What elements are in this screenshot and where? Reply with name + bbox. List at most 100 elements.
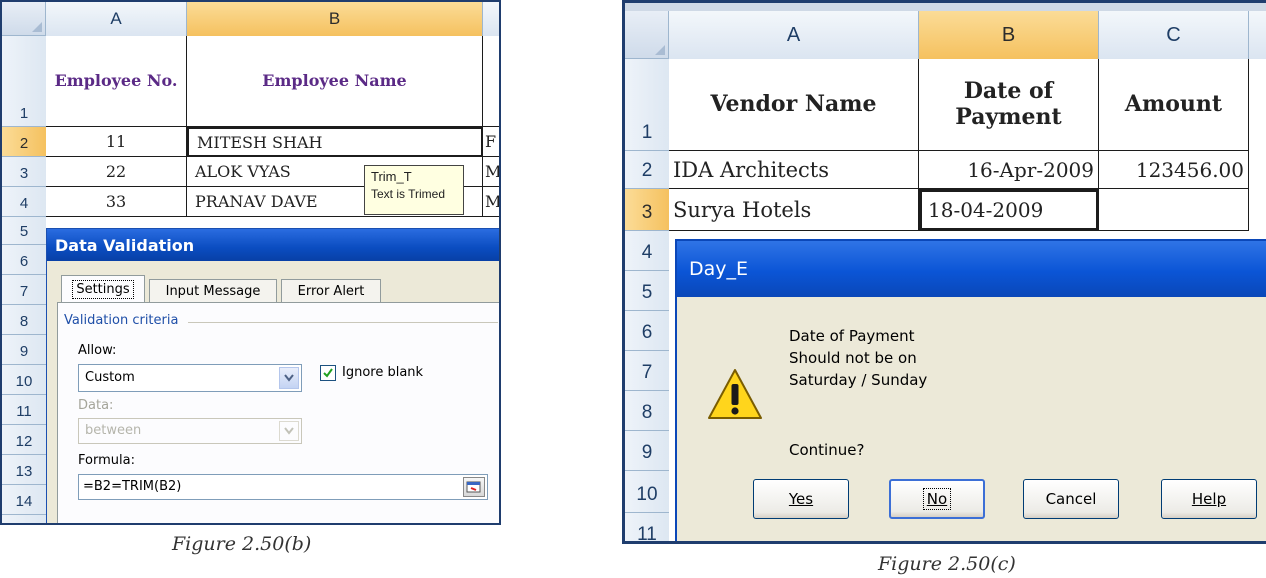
figure-b-spreadsheet: A B 1 2 3 4 5 6 7 8 9 10 11 12 13 14 15 … xyxy=(0,0,501,525)
row-header-7[interactable]: 7 xyxy=(625,351,669,391)
table-row-1-amount[interactable]: 123456.00 xyxy=(1099,151,1249,189)
dialog-title-bar[interactable]: Data Validation xyxy=(47,229,499,261)
row-header-5[interactable]: 5 xyxy=(625,271,669,311)
row-header-11[interactable]: 11 xyxy=(625,513,669,541)
row-header-3[interactable]: 3 xyxy=(2,157,46,187)
cancel-button[interactable]: Cancel xyxy=(1023,479,1119,519)
table-row-2-amount[interactable] xyxy=(1099,189,1249,231)
row-header-8[interactable]: 8 xyxy=(625,391,669,431)
sheet-top-edge xyxy=(625,3,1266,11)
dialog-title: Day_E xyxy=(689,258,749,280)
formula-input[interactable]: =B2=TRIM(B2) xyxy=(78,474,488,500)
validation-criteria-label: Validation criteria xyxy=(64,313,179,328)
dropdown-arrow-icon xyxy=(279,421,299,441)
data-select-disabled: between xyxy=(78,418,302,444)
no-button[interactable]: No xyxy=(889,479,985,519)
column-header-strip: A B C xyxy=(625,11,1266,59)
ignore-blank-label: Ignore blank xyxy=(342,365,424,380)
tooltip-title: Trim_T xyxy=(371,169,412,184)
header-cell-col-c[interactable] xyxy=(483,36,499,127)
formula-input-value: =B2=TRIM(B2) xyxy=(83,479,182,494)
tooltip-message: Text is Trimed xyxy=(371,187,446,201)
row-header-10[interactable]: 10 xyxy=(2,365,46,395)
column-header-d[interactable] xyxy=(1249,11,1266,59)
error-alert-dialog: Day_E Date of Payment Should not be on S… xyxy=(675,239,1266,541)
select-all-corner[interactable] xyxy=(625,11,669,59)
row-header-2[interactable]: 2 xyxy=(625,151,669,189)
yes-button-label: Yes xyxy=(788,490,814,508)
continue-question: Continue? xyxy=(789,441,865,459)
tab-settings[interactable]: Settings xyxy=(61,275,145,303)
row-header-11[interactable]: 11 xyxy=(2,395,46,425)
column-header-b[interactable]: B xyxy=(187,2,483,36)
help-button-label: Help xyxy=(1191,490,1227,508)
no-button-label: No xyxy=(922,488,952,510)
data-label: Data: xyxy=(78,398,114,413)
table-row-1-name-active[interactable]: MITESH SHAH xyxy=(187,127,483,157)
checkbox-checked-icon[interactable] xyxy=(320,365,336,381)
row-header-10[interactable]: 10 xyxy=(625,471,669,513)
column-header-c[interactable] xyxy=(483,2,499,36)
dialog-title-bar[interactable]: Day_E xyxy=(677,241,1266,297)
table-row-2-date-active[interactable]: 18-04-2009 xyxy=(919,189,1099,231)
row-header-9[interactable]: 9 xyxy=(625,431,669,471)
row-header-14[interactable]: 14 xyxy=(2,485,46,515)
tab-error-alert[interactable]: Error Alert xyxy=(281,279,381,303)
row-header-7[interactable]: 7 xyxy=(2,275,46,305)
row-header-6[interactable]: 6 xyxy=(625,311,669,351)
dropdown-arrow-icon[interactable] xyxy=(279,367,299,389)
row-header-1[interactable]: 1 xyxy=(2,36,46,127)
table-row-1-date[interactable]: 16-Apr-2009 xyxy=(919,151,1099,189)
row-header-2[interactable]: 2 xyxy=(2,127,46,157)
column-header-b[interactable]: B xyxy=(919,11,1099,59)
error-message-line-1: Date of Payment xyxy=(789,327,915,345)
row-header-4[interactable]: 4 xyxy=(2,187,46,217)
figure-b-caption: Figure 2.50(b) xyxy=(172,533,312,555)
yes-button[interactable]: Yes xyxy=(753,479,849,519)
row-header-1[interactable]: 1 xyxy=(625,59,669,151)
table-row-3-c[interactable]: M xyxy=(483,187,499,217)
table-row-2-no[interactable]: 22 xyxy=(46,157,187,187)
row-header-9[interactable]: 9 xyxy=(2,335,46,365)
row-header-15[interactable]: 15 xyxy=(2,515,46,523)
column-header-a[interactable]: A xyxy=(46,2,187,36)
table-row-1-vendor[interactable]: IDA Architects xyxy=(669,151,919,189)
row-header-12[interactable]: 12 xyxy=(2,425,46,455)
help-button[interactable]: Help xyxy=(1161,479,1257,519)
row-header-13[interactable]: 13 xyxy=(2,455,46,485)
row-header-3[interactable]: 3 xyxy=(625,189,669,231)
warning-icon xyxy=(707,367,763,423)
header-cell-employee-name[interactable]: Employee Name xyxy=(187,36,483,127)
error-message-line-3: Saturday / Sunday xyxy=(789,371,928,389)
settings-panel: Validation criteria Allow: Custom Ignore… xyxy=(57,302,499,523)
figure-c-caption: Figure 2.50(c) xyxy=(878,553,1016,575)
row-header-5[interactable]: 5 xyxy=(2,217,46,245)
header-cell-vendor-name[interactable]: Vendor Name xyxy=(669,59,919,151)
header-cell-amount[interactable]: Amount xyxy=(1099,59,1249,151)
select-all-corner[interactable] xyxy=(2,2,46,36)
tab-settings-label: Settings xyxy=(72,280,134,299)
collapse-dialog-icon[interactable] xyxy=(463,477,485,497)
column-header-strip: A B xyxy=(2,2,499,36)
header-cell-employee-no[interactable]: Employee No. xyxy=(46,36,187,127)
data-select-value: between xyxy=(85,423,142,438)
criteria-divider xyxy=(188,322,498,323)
row-header-8[interactable]: 8 xyxy=(2,305,46,335)
row-header-6[interactable]: 6 xyxy=(2,245,46,275)
allow-label: Allow: xyxy=(78,343,117,358)
table-row-2-c[interactable]: M xyxy=(483,157,499,187)
figure-c-spreadsheet: A B C 1 2 3 4 5 6 7 8 9 10 11 Vendor Nam… xyxy=(622,0,1266,544)
table-row-1-no[interactable]: 11 xyxy=(46,127,187,157)
dialog-title: Data Validation xyxy=(55,235,195,255)
table-row-3-no[interactable]: 33 xyxy=(46,187,187,217)
table-row-2-vendor[interactable]: Surya Hotels xyxy=(669,189,919,231)
tab-input-message[interactable]: Input Message xyxy=(149,279,277,303)
input-message-tooltip: Trim_T Text is Trimed xyxy=(364,165,464,215)
column-header-a[interactable]: A xyxy=(669,11,919,59)
column-header-c[interactable]: C xyxy=(1099,11,1249,59)
data-validation-dialog: Data Validation Settings Input Message E… xyxy=(46,228,499,523)
row-header-4[interactable]: 4 xyxy=(625,231,669,271)
allow-select[interactable]: Custom xyxy=(78,364,302,392)
table-row-1-c[interactable]: F xyxy=(483,127,499,157)
header-cell-date-of-payment[interactable]: Date of Payment xyxy=(919,59,1099,151)
